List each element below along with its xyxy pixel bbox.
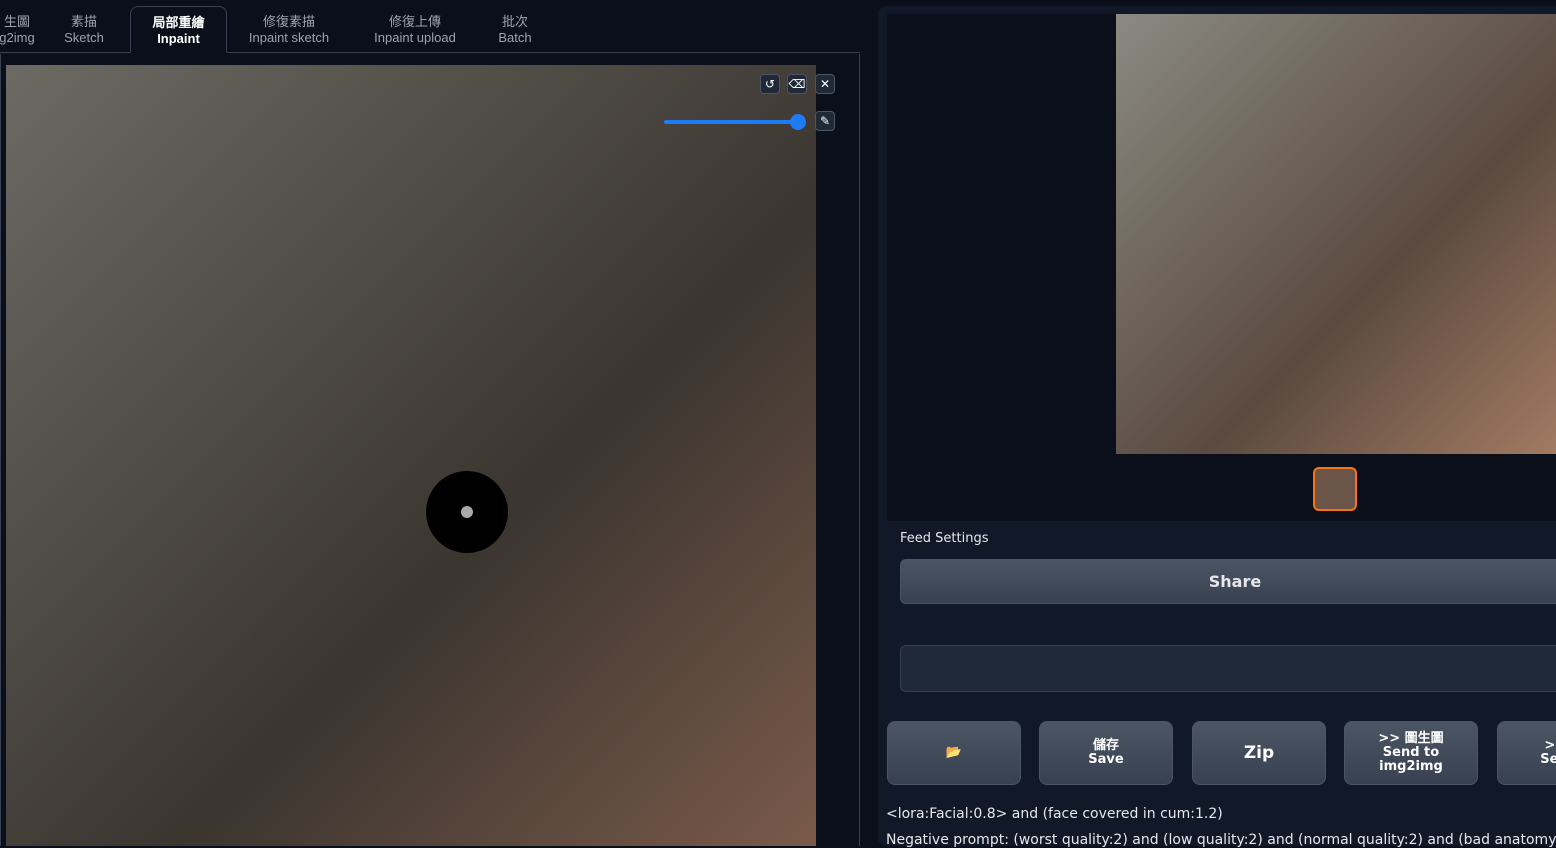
tab-img2img[interactable]: 生圖 g2img <box>0 6 38 52</box>
tab-label-en: Inpaint upload <box>374 30 456 45</box>
brush-size-slider[interactable] <box>664 114 806 130</box>
save-label-zh: 儲存 <box>1092 738 1119 753</box>
slider-handle[interactable] <box>790 114 806 130</box>
tab-inpaint[interactable]: 局部重繪 Inpaint <box>130 6 227 53</box>
tab-label-en: Inpaint <box>157 31 200 46</box>
tab-label-zh: 批次 <box>501 14 528 29</box>
tab-bar: 生圖 g2img 素描 Sketch 局部重繪 Inpaint 修復素描 Inpaint… <box>0 6 860 53</box>
tab-inpaint-upload[interactable]: 修復上傳 Inpaint upload <box>351 6 479 52</box>
close-icon[interactable]: ✕ <box>815 74 835 94</box>
tab-label-zh: 修復素描 <box>262 14 315 29</box>
inpaint-canvas-image[interactable] <box>6 65 816 846</box>
send-to-inpaint-button[interactable]: >> 局Send t <box>1497 721 1556 785</box>
tab-sketch[interactable]: 素描 Sketch <box>38 6 130 52</box>
label-en: img2img <box>1379 759 1443 774</box>
tab-inpaint-sketch[interactable]: 修復素描 Inpaint sketch <box>227 6 351 52</box>
tab-label-en: Batch <box>498 30 532 45</box>
open-folder-button[interactable]: 📂 <box>887 721 1021 785</box>
feed-settings-label: Feed Settings <box>900 531 989 546</box>
tab-label-zh: 修復上傳 <box>388 14 441 29</box>
brush-cursor <box>426 471 508 553</box>
tab-label-zh: 局部重繪 <box>152 15 205 30</box>
tab-label-en: Inpaint sketch <box>248 30 330 45</box>
save-label-en: Save <box>1088 752 1124 767</box>
prompt-text: <lora:Facial:0.8> and (face covered in c… <box>886 806 1223 822</box>
share-button[interactable]: Share <box>900 559 1556 604</box>
tab-label-zh: 生圖 <box>3 14 30 29</box>
feed-input[interactable] <box>900 645 1556 692</box>
tab-label-en: Sketch <box>64 30 104 45</box>
eraser-icon[interactable]: ⌫ <box>787 74 807 94</box>
label-zh: >> 圖生圖 <box>1378 731 1444 746</box>
label-en: Send to <box>1382 745 1440 760</box>
output-image[interactable] <box>1116 14 1556 454</box>
label-zh: >> 局 <box>1544 738 1556 753</box>
tab-label-en: g2img <box>0 30 35 45</box>
tab-label-zh: 素描 <box>70 14 97 29</box>
gallery-thumbnail[interactable] <box>1313 467 1357 511</box>
brush-icon[interactable]: ✎ <box>815 111 835 131</box>
folder-icon: 📂 <box>945 745 963 760</box>
save-button[interactable]: 儲存 Save <box>1039 721 1173 785</box>
send-to-img2img-button[interactable]: >> 圖生圖 Send to img2img <box>1344 721 1478 785</box>
zip-button[interactable]: Zip <box>1192 721 1326 785</box>
label-en: Send t <box>1540 752 1556 767</box>
undo-icon[interactable]: ↺ <box>760 74 780 94</box>
tab-batch[interactable]: 批次 Batch <box>479 6 551 52</box>
